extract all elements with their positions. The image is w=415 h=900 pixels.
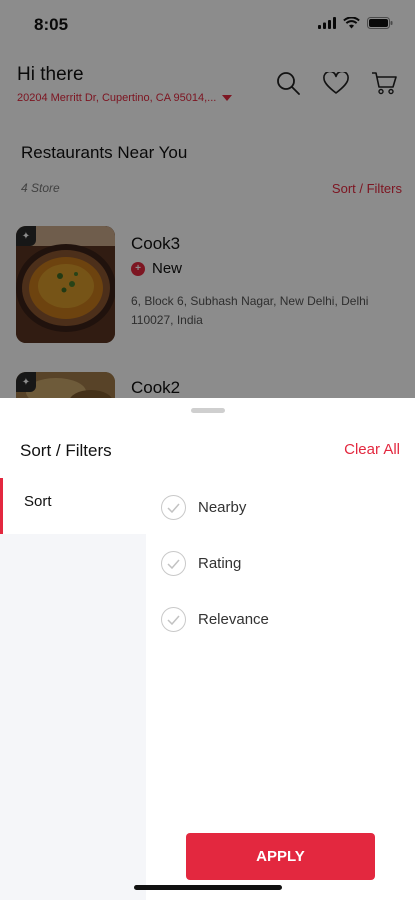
sort-option-rating[interactable]: Rating bbox=[161, 551, 241, 576]
option-label: Nearby bbox=[198, 499, 247, 516]
option-label: Rating bbox=[198, 555, 242, 572]
clear-all-button[interactable]: Clear All bbox=[344, 441, 400, 458]
check-circle-icon bbox=[161, 551, 186, 576]
home-indicator bbox=[134, 885, 282, 890]
sheet-grabber[interactable] bbox=[191, 408, 225, 413]
sort-option-relevance[interactable]: Relevance bbox=[161, 607, 269, 632]
sort-option-nearby[interactable]: Nearby bbox=[161, 495, 246, 520]
sheet-title: Sort / Filters bbox=[20, 441, 112, 460]
option-label: Relevance bbox=[198, 611, 269, 628]
check-circle-icon bbox=[161, 495, 186, 520]
filter-category-panel: Sort bbox=[0, 478, 146, 900]
tab-sort[interactable]: Sort bbox=[0, 478, 146, 534]
tab-sort-label: Sort bbox=[24, 493, 52, 510]
sort-filters-sheet: Sort / Filters Clear All Sort Nearby Rat… bbox=[0, 398, 415, 900]
check-circle-icon bbox=[161, 607, 186, 632]
apply-button[interactable]: APPLY bbox=[186, 833, 375, 880]
